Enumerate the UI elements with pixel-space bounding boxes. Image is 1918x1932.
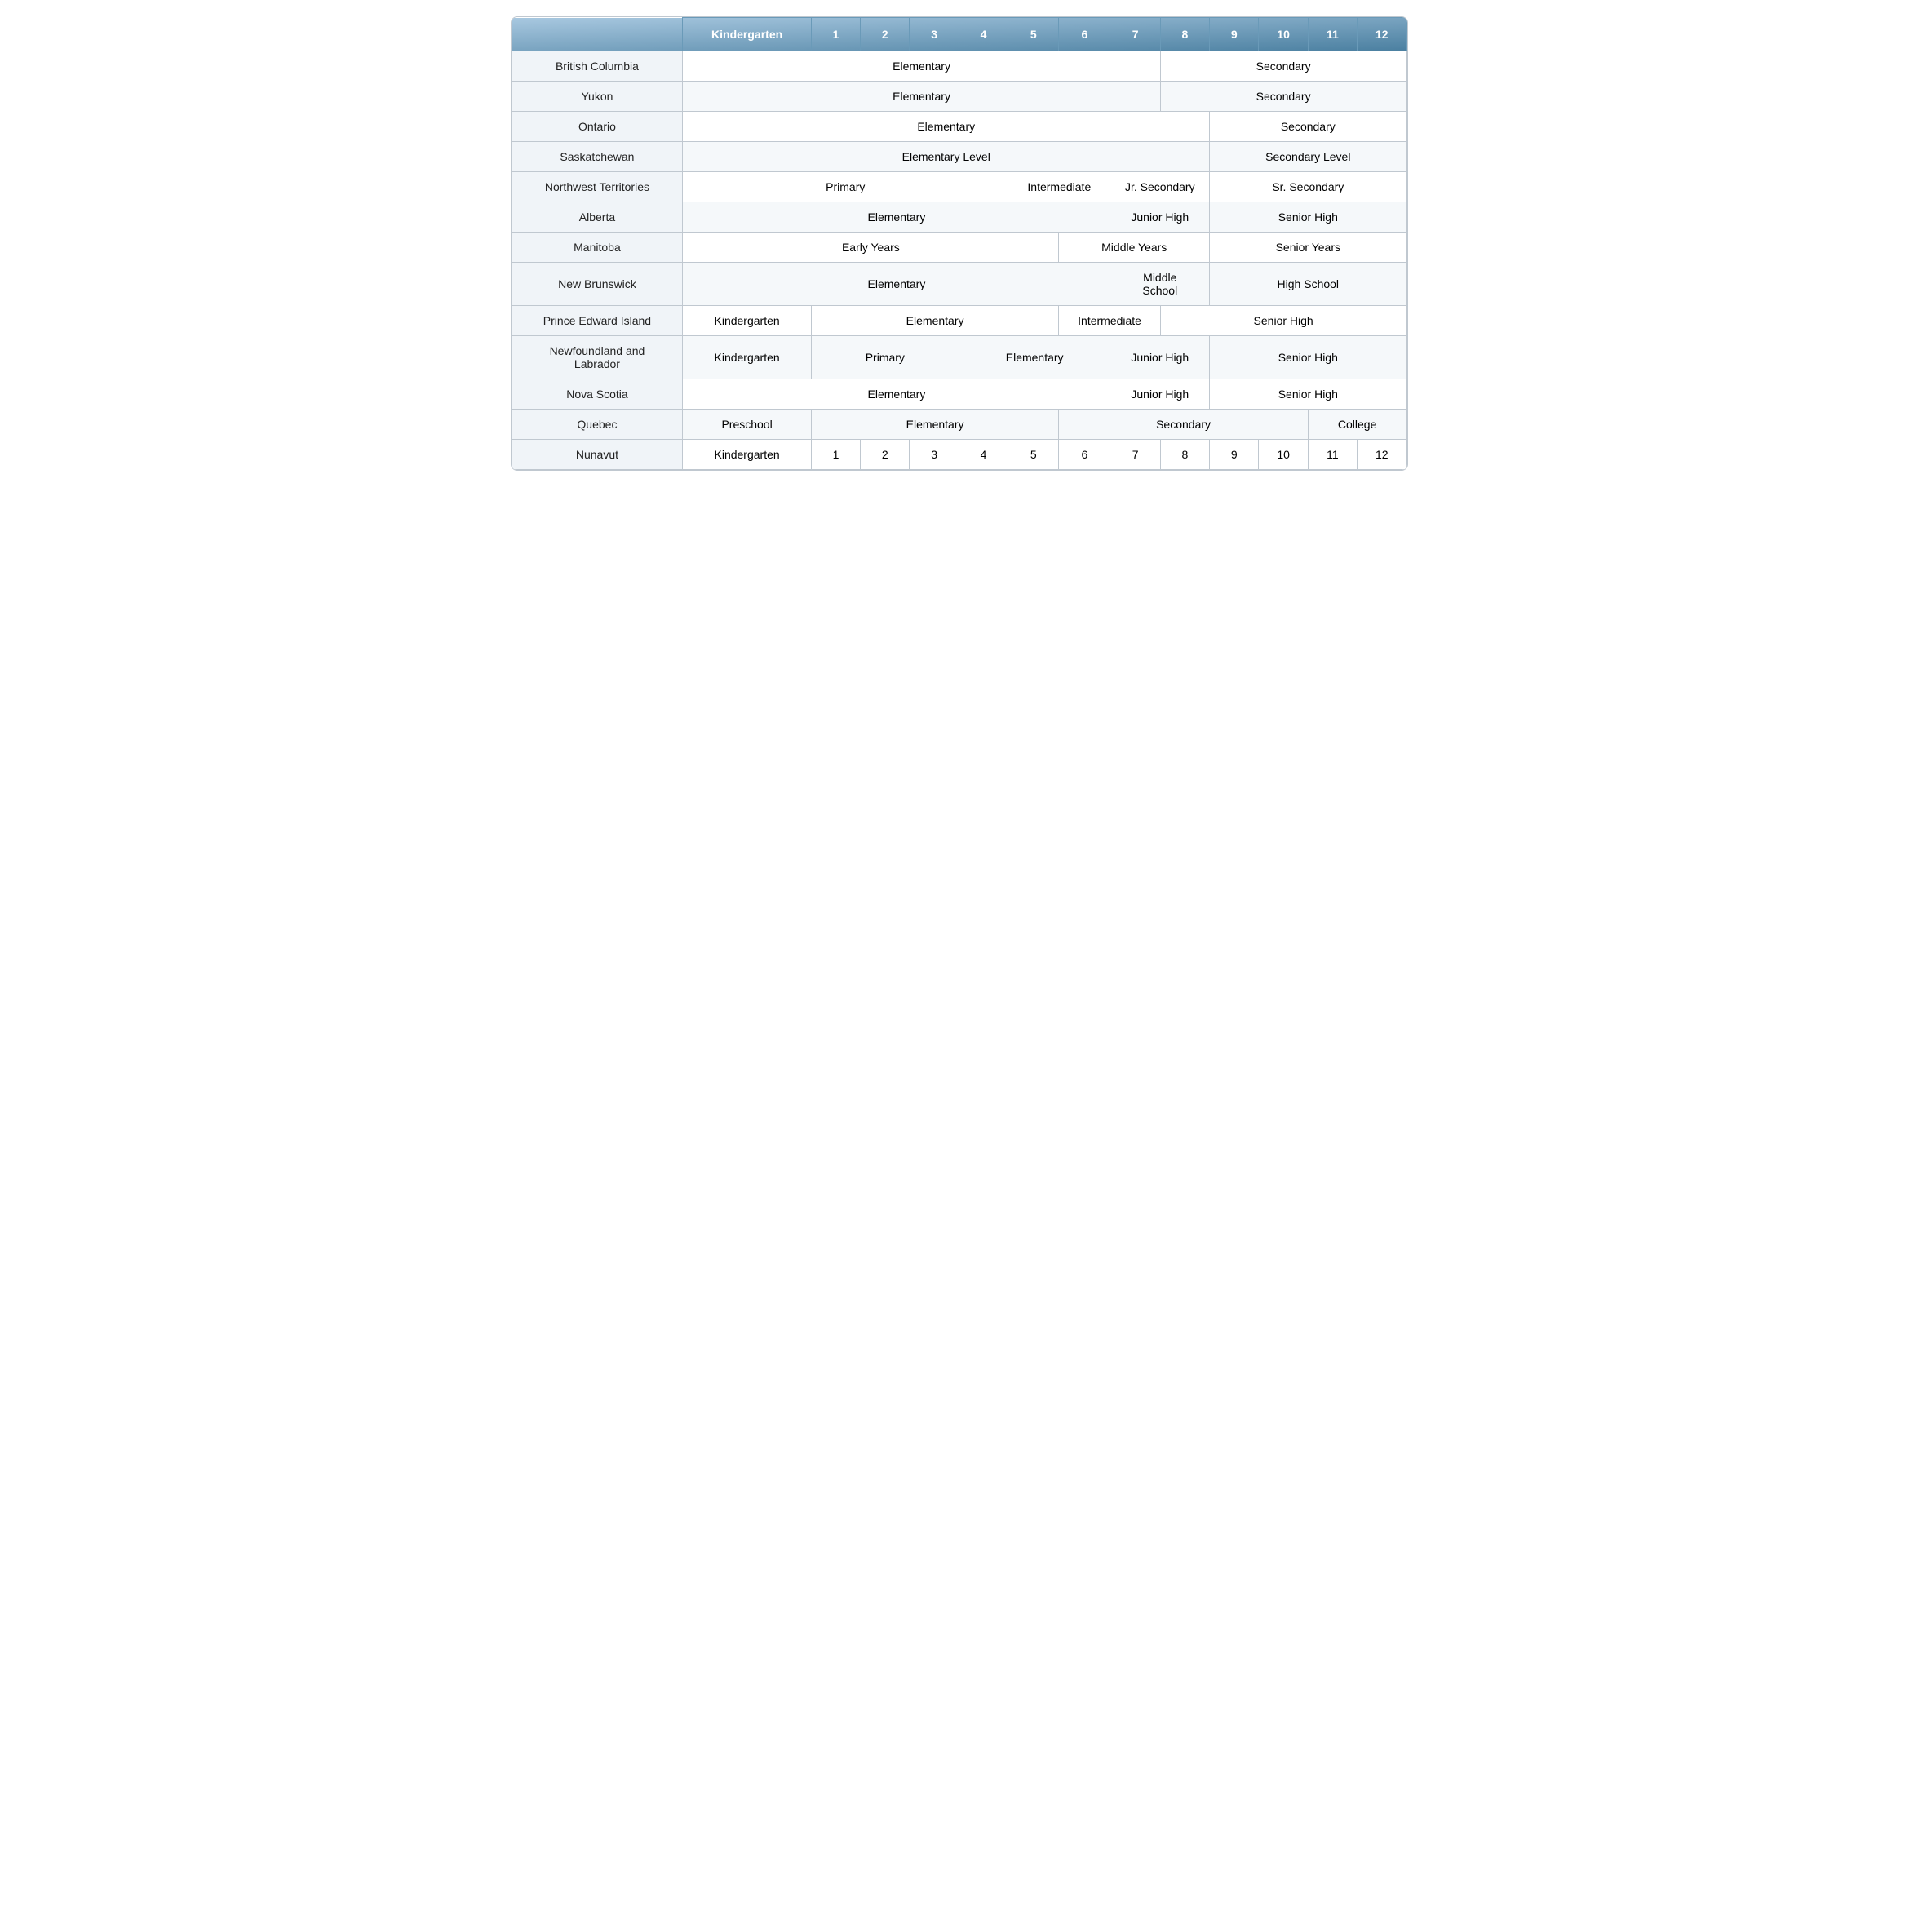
- level-cell-intermediate: Intermediate: [1059, 306, 1160, 336]
- level-cell-elementary: Elementary: [683, 263, 1110, 306]
- level-cell-junior-high: Junior High: [1110, 202, 1210, 233]
- level-cell-elementary: Elementary: [811, 306, 1059, 336]
- province-cell: Nunavut: [512, 440, 683, 470]
- level-cell-elementary: Elementary: [683, 82, 1160, 112]
- table-row: ManitobaEarly YearsMiddle YearsSenior Ye…: [512, 233, 1406, 263]
- province-cell: New Brunswick: [512, 263, 683, 306]
- province-column-header: [512, 18, 683, 51]
- kindergarten-header: Kindergarten: [683, 18, 811, 51]
- level-cell-junior-high: Junior High: [1110, 379, 1210, 410]
- level-cell-senior-years: Senior Years: [1210, 233, 1406, 263]
- level-cell-middle-school: MiddleSchool: [1110, 263, 1210, 306]
- level-cell-senior-high: Senior High: [1160, 306, 1406, 336]
- level-cell-kindergarten: Kindergarten: [683, 306, 811, 336]
- province-cell: Northwest Territories: [512, 172, 683, 202]
- grade-header-12: 12: [1358, 18, 1406, 51]
- grade-header-4: 4: [959, 18, 1008, 51]
- table-row: Northwest TerritoriesPrimaryIntermediate…: [512, 172, 1406, 202]
- level-cell-nunavut-kg: Kindergarten: [683, 440, 811, 470]
- province-cell: Nova Scotia: [512, 379, 683, 410]
- level-cell-nunavut-grade: 5: [1008, 440, 1059, 470]
- province-cell: British Columbia: [512, 51, 683, 82]
- level-cell-kindergarten: Kindergarten: [683, 336, 811, 379]
- level-cell-early-years: Early Years: [683, 233, 1059, 263]
- level-cell-junior-high: Junior High: [1110, 336, 1210, 379]
- level-cell-senior-high: Senior High: [1210, 202, 1406, 233]
- grade-header-9: 9: [1210, 18, 1259, 51]
- level-cell-elementary: Elementary: [683, 51, 1160, 82]
- level-cell-elementary: Elementary Level: [683, 142, 1210, 172]
- table-row: Nova ScotiaElementaryJunior HighSenior H…: [512, 379, 1406, 410]
- level-cell-secondary: Secondary: [1059, 410, 1308, 440]
- level-cell-nunavut-grade: 6: [1059, 440, 1110, 470]
- province-cell: Alberta: [512, 202, 683, 233]
- province-cell: Ontario: [512, 112, 683, 142]
- table-row: New BrunswickElementaryMiddleSchoolHigh …: [512, 263, 1406, 306]
- level-cell-elementary: Elementary: [683, 112, 1210, 142]
- level-cell-secondary: Secondary: [1210, 112, 1406, 142]
- table-row: AlbertaElementaryJunior HighSenior High: [512, 202, 1406, 233]
- level-cell-nunavut-grade: 10: [1259, 440, 1308, 470]
- table-row: Newfoundland andLabradorKindergartenPrim…: [512, 336, 1406, 379]
- table-row: Prince Edward IslandKindergartenElementa…: [512, 306, 1406, 336]
- level-cell-elementary: Elementary: [683, 379, 1110, 410]
- province-cell: Prince Edward Island: [512, 306, 683, 336]
- grade-header-11: 11: [1308, 18, 1357, 51]
- level-cell-preschool: Preschool: [683, 410, 811, 440]
- level-cell-secondary: Secondary: [1160, 51, 1406, 82]
- level-cell-high-school: High School: [1210, 263, 1406, 306]
- province-cell: Newfoundland andLabrador: [512, 336, 683, 379]
- province-cell: Quebec: [512, 410, 683, 440]
- level-cell-nunavut-grade: 11: [1308, 440, 1357, 470]
- level-cell-nunavut-grade: 8: [1160, 440, 1209, 470]
- grade-header-1: 1: [811, 18, 860, 51]
- level-cell-senior-high: Senior High: [1210, 379, 1406, 410]
- grade-header-8: 8: [1160, 18, 1209, 51]
- grade-header-5: 5: [1008, 18, 1059, 51]
- level-cell-elementary: Elementary: [959, 336, 1110, 379]
- table-row: NunavutKindergarten123456789101112: [512, 440, 1406, 470]
- level-cell-senior-high: Senior High: [1210, 336, 1406, 379]
- level-cell-intermediate: Intermediate: [1008, 172, 1110, 202]
- grade-header-10: 10: [1259, 18, 1308, 51]
- level-cell-secondary: Secondary Level: [1210, 142, 1406, 172]
- table-row: QuebecPreschoolElementarySecondaryColleg…: [512, 410, 1406, 440]
- level-cell-primary: Primary: [683, 172, 1008, 202]
- level-cell-sr-secondary: Sr. Secondary: [1210, 172, 1406, 202]
- level-cell-nunavut-grade: 2: [861, 440, 910, 470]
- level-cell-elementary: Elementary: [683, 202, 1110, 233]
- level-cell-nunavut-grade: 3: [910, 440, 959, 470]
- table-row: OntarioElementarySecondary: [512, 112, 1406, 142]
- grade-header-7: 7: [1110, 18, 1160, 51]
- school-levels-table: Kindergarten123456789101112 British Colu…: [511, 16, 1408, 471]
- table-row: YukonElementarySecondary: [512, 82, 1406, 112]
- grade-header-6: 6: [1059, 18, 1110, 51]
- province-cell: Saskatchewan: [512, 142, 683, 172]
- level-cell-college: College: [1308, 410, 1406, 440]
- province-cell: Manitoba: [512, 233, 683, 263]
- level-cell-nunavut-grade: 7: [1110, 440, 1160, 470]
- table-row: SaskatchewanElementary LevelSecondary Le…: [512, 142, 1406, 172]
- grade-header-2: 2: [861, 18, 910, 51]
- grade-header-3: 3: [910, 18, 959, 51]
- level-cell-secondary: Secondary: [1160, 82, 1406, 112]
- level-cell-nunavut-grade: 1: [811, 440, 860, 470]
- level-cell-nunavut-grade: 12: [1358, 440, 1406, 470]
- level-cell-middle-years: Middle Years: [1059, 233, 1210, 263]
- province-cell: Yukon: [512, 82, 683, 112]
- table-row: British ColumbiaElementarySecondary: [512, 51, 1406, 82]
- level-cell-elementary: Elementary: [811, 410, 1059, 440]
- level-cell-primary: Primary: [811, 336, 959, 379]
- level-cell-jr-secondary: Jr. Secondary: [1110, 172, 1210, 202]
- level-cell-nunavut-grade: 4: [959, 440, 1008, 470]
- level-cell-nunavut-grade: 9: [1210, 440, 1259, 470]
